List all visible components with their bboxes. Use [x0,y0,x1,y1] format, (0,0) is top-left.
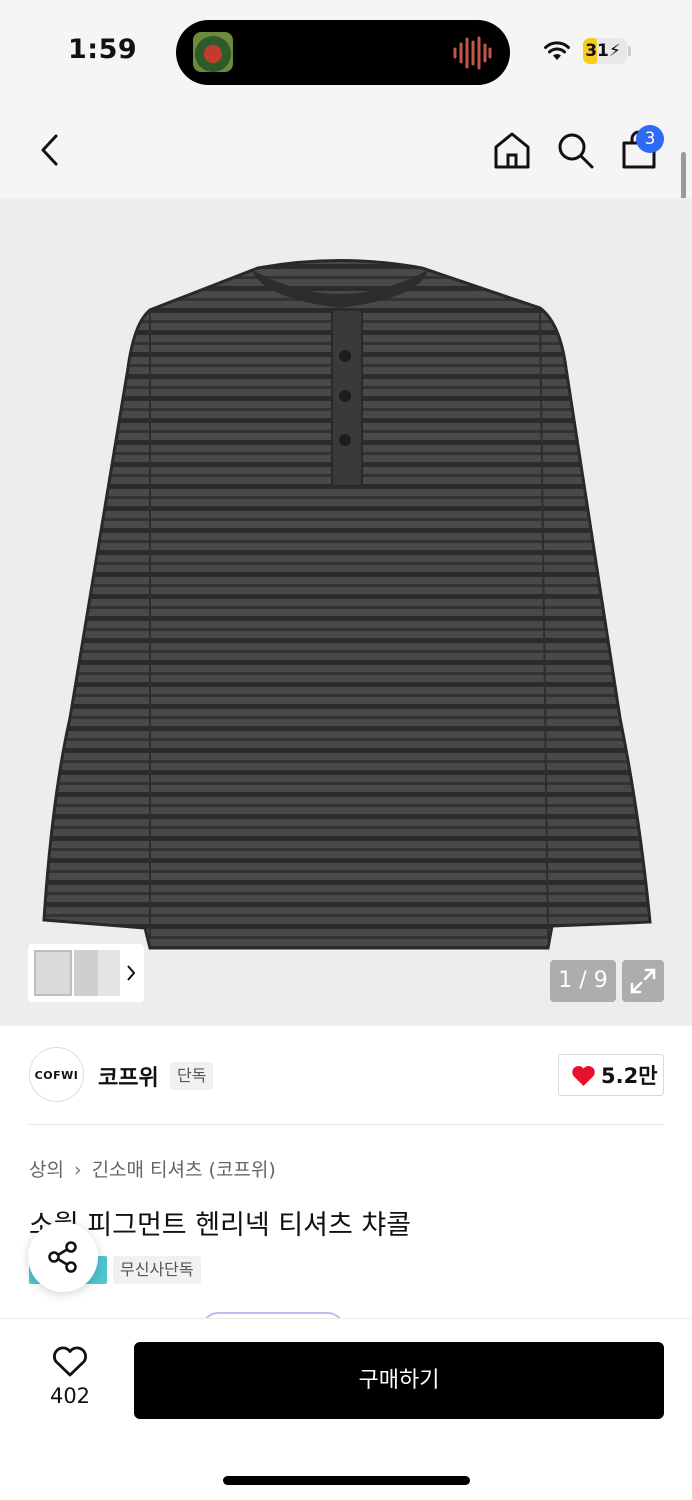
breadcrumb-item-category[interactable]: 상의 [29,1159,64,1181]
battery-icon: 31⚡ [583,38,627,64]
thumbnail-3[interactable] [98,950,120,996]
status-bar: 1:59 31⚡ [0,0,692,100]
now-playing-artwork[interactable] [193,32,233,72]
chevron-right-icon[interactable] [124,962,138,984]
heart-outline-icon[interactable] [52,1346,88,1378]
home-indicator[interactable] [223,1476,470,1485]
wifi-icon [544,41,570,60]
battery-level-label: 31⚡ [585,41,621,61]
section-divider [29,1124,664,1125]
buy-button[interactable]: 구매하기 [134,1342,664,1419]
battery-tip [628,46,631,56]
status-time: 1:59 [68,34,138,65]
product-image-gallery[interactable]: 1 / 9 [0,198,692,1026]
brand-logo[interactable]: COFWI [29,1047,84,1102]
share-button[interactable] [28,1222,98,1292]
image-page-counter: 1 / 9 [550,960,616,1002]
share-icon [48,1241,77,1273]
audio-waveform-icon [453,36,492,70]
musinsa-exclusive-tag: 무신사단독 [113,1256,201,1284]
search-icon[interactable] [555,130,595,170]
exclusive-tag: 단독 [170,1062,214,1090]
wishlist-count: 402 [49,1384,91,1408]
cart-count-badge[interactable]: 3 [636,125,664,153]
top-nav-bar [0,100,692,198]
brand-like-count: 5.2만 [601,1064,658,1088]
heart-filled-icon [572,1066,595,1086]
breadcrumb-separator-icon: › [73,1159,82,1181]
home-icon[interactable] [492,130,532,170]
thumbnail-2[interactable] [74,950,98,996]
expand-image-button[interactable] [622,960,664,1002]
brand-like-button[interactable]: 5.2만 [558,1054,664,1096]
dynamic-island[interactable] [176,20,510,85]
expand-icon [630,968,656,994]
thumbnail-strip[interactable] [28,944,144,1002]
breadcrumb-item-subcategory[interactable]: 긴소매 티셔츠 (코프위) [92,1159,276,1181]
product-photo-henley-shirt [42,259,652,950]
breadcrumb: 상의 › 긴소매 티셔츠 (코프위) [29,1155,276,1182]
back-icon[interactable] [34,130,66,170]
brand-name[interactable]: 코프위 [98,1060,159,1092]
thumbnail-1[interactable] [34,950,72,996]
